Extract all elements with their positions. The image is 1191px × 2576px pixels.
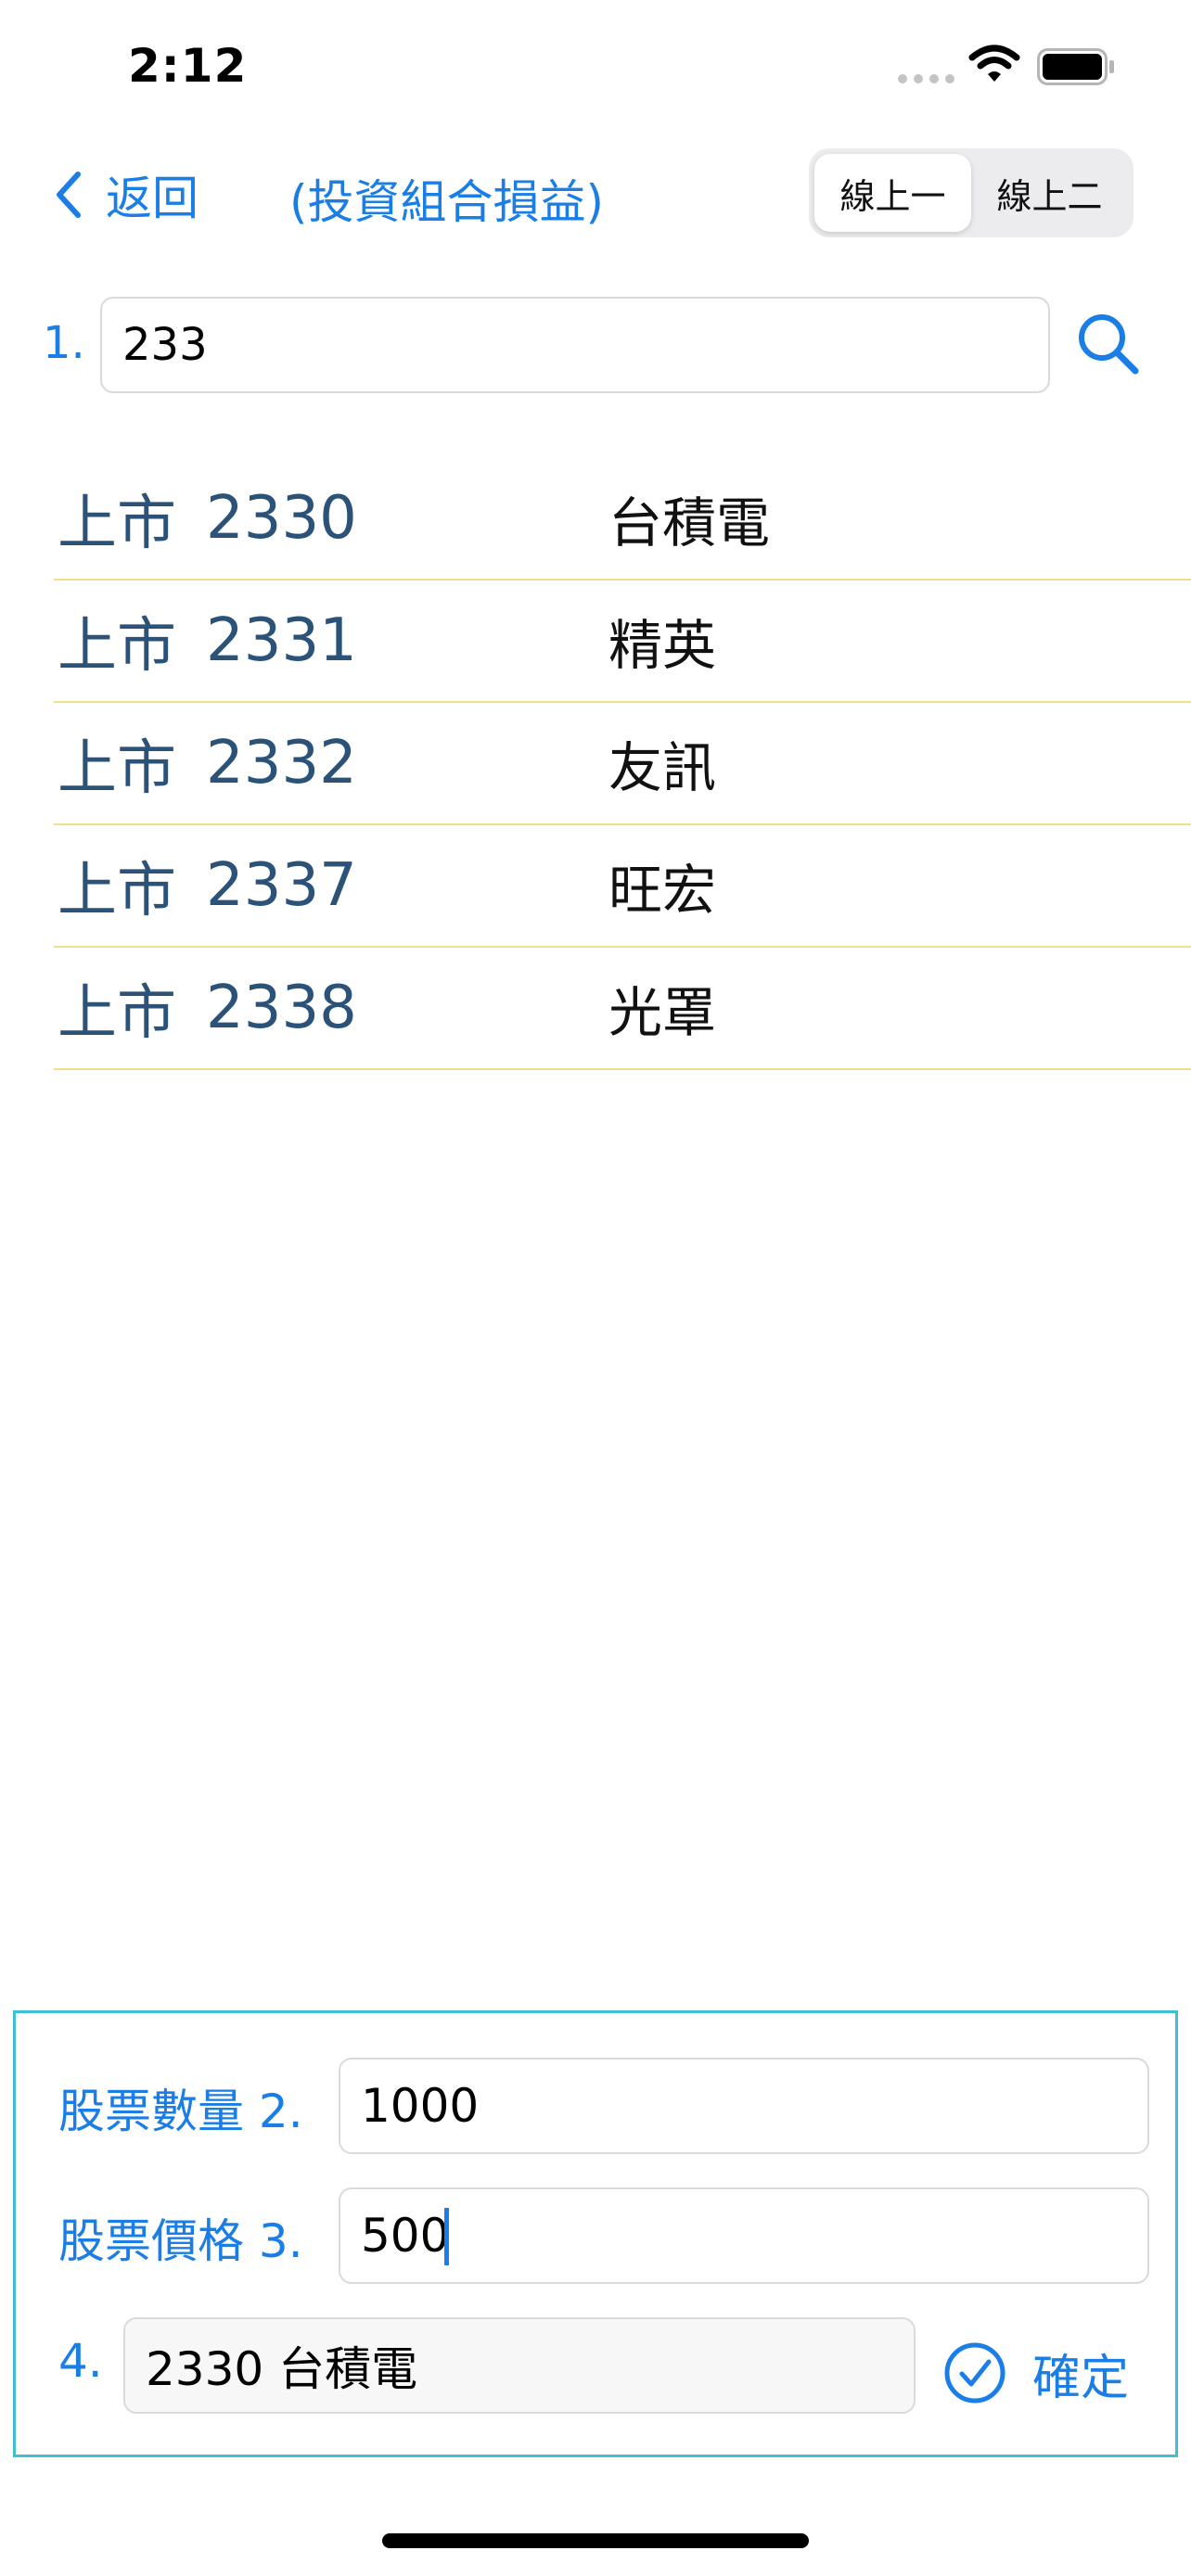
result-market: 上市: [58, 734, 176, 803]
result-name: 旺宏: [608, 859, 717, 922]
result-row-2330[interactable]: 上市 2330 台積電: [54, 458, 1191, 580]
result-name: 友訊: [608, 736, 717, 799]
selected-stock-field[interactable]: [123, 2317, 916, 2414]
checkmark-circle-icon: [944, 2342, 1005, 2404]
result-market: 上市: [58, 857, 176, 925]
quantity-label: 股票數量 2.: [58, 2085, 303, 2138]
segment-line-2[interactable]: 線上二: [971, 154, 1128, 232]
search-results-list: 上市 2330 台積電 上市 2331 精英 上市 2332 友訊 上市 233…: [54, 458, 1191, 1070]
back-button[interactable]: 返回: [54, 158, 198, 232]
result-market: 上市: [58, 612, 176, 681]
result-market: 上市: [58, 490, 176, 558]
quantity-input[interactable]: [339, 2058, 1149, 2154]
result-name: 光罩: [608, 981, 717, 1044]
result-code: 2332: [206, 729, 357, 797]
status-time: 2:12: [128, 39, 248, 93]
search-row: 1.: [0, 297, 1191, 393]
text-cursor: [444, 2208, 449, 2265]
price-input[interactable]: [339, 2187, 1149, 2284]
page-title: (投資組合損益): [289, 175, 605, 229]
back-label: 返回: [106, 172, 198, 225]
home-indicator: [382, 2533, 809, 2548]
chevron-left-icon: [57, 172, 81, 218]
search-icon[interactable]: [1076, 312, 1141, 376]
wifi-icon: [968, 45, 1020, 82]
result-row-2337[interactable]: 上市 2337 旺宏: [54, 825, 1191, 948]
segmented-control: 線上一 線上二: [809, 148, 1133, 237]
navigation-bar: 返回 (投資組合損益) 線上一 線上二: [0, 139, 1191, 250]
battery-icon: [1037, 48, 1114, 85]
entry-panel: 股票數量 2. 股票價格 3. 4. 確定: [13, 2010, 1178, 2457]
status-bar: 2:12: [0, 0, 1191, 130]
selected-stock-step-label: 4.: [58, 2334, 103, 2388]
result-code: 2338: [206, 974, 357, 1042]
result-name: 精英: [608, 614, 717, 677]
cellular-signal-icon: [898, 74, 954, 83]
segment-line-1[interactable]: 線上一: [814, 154, 971, 232]
search-input[interactable]: [100, 297, 1050, 393]
result-row-2338[interactable]: 上市 2338 光罩: [54, 948, 1191, 1070]
result-code: 2331: [206, 606, 357, 675]
result-row-2331[interactable]: 上市 2331 精英: [54, 580, 1191, 703]
confirm-button[interactable]: 確定: [943, 2336, 1129, 2410]
search-step-label: 1.: [43, 317, 85, 369]
result-code: 2330: [206, 484, 357, 553]
result-name: 台積電: [608, 491, 771, 555]
result-row-2332[interactable]: 上市 2332 友訊: [54, 703, 1191, 825]
confirm-label: 確定: [1032, 2350, 1130, 2406]
price-label: 股票價格 3.: [58, 2214, 303, 2268]
result-code: 2337: [206, 851, 357, 920]
result-market: 上市: [58, 979, 176, 1048]
